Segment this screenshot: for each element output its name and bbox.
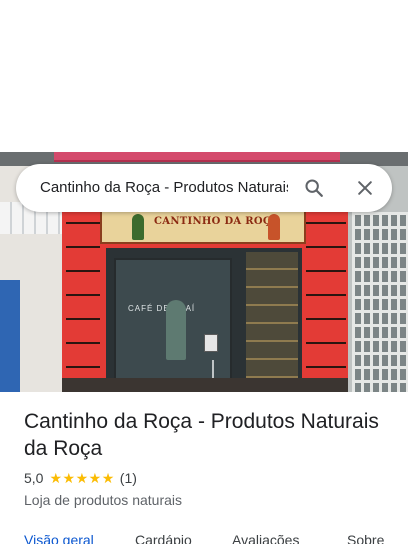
shelves — [246, 252, 298, 392]
star-icon: ★ — [49, 470, 63, 486]
blank-top-area — [0, 0, 408, 152]
rating-stars: ★ ★ ★ ★ ★ — [49, 471, 114, 485]
shop-sign: CANTINHO DA ROÇA — [100, 210, 306, 244]
tab-menu[interactable]: Cardápio — [135, 532, 192, 544]
tab-overview[interactable]: Visão geral — [24, 532, 94, 544]
top-banner — [54, 152, 340, 162]
window-grille — [352, 212, 408, 392]
search-button[interactable] — [298, 172, 330, 204]
search-icon — [305, 179, 323, 197]
tab-bar: Visão geral Cardápio Avaliações Sobre — [0, 528, 408, 544]
star-icon: ★ — [62, 470, 76, 486]
person-figure — [166, 300, 186, 360]
search-input[interactable]: Cantinho da Roça - Produtos Naturais da … — [40, 179, 288, 197]
close-button[interactable] — [349, 172, 381, 204]
place-category[interactable]: Loja de produtos naturais — [24, 492, 394, 508]
star-icon: ★ — [75, 470, 89, 486]
search-bar[interactable]: Cantinho da Roça - Produtos Naturais da … — [16, 164, 392, 212]
review-count[interactable]: (1) — [120, 470, 137, 486]
rating-row[interactable]: 5,0 ★ ★ ★ ★ ★ (1) — [24, 469, 394, 487]
tab-about[interactable]: Sobre — [347, 532, 384, 544]
place-info: Cantinho da Roça - Produtos Naturais da … — [24, 408, 394, 508]
star-icon: ★ — [88, 470, 102, 486]
place-title: Cantinho da Roça - Produtos Naturais da … — [24, 410, 379, 460]
close-icon — [358, 181, 372, 195]
glass-door: CAFÉ DE AÇAÍ — [114, 258, 232, 392]
rating-value: 5,0 — [24, 470, 44, 486]
shop-interior: CAFÉ DE AÇAÍ — [106, 248, 302, 392]
shop-sign-text: CANTINHO DA ROÇA — [154, 216, 280, 227]
star-icon: ★ — [101, 470, 115, 486]
tab-reviews[interactable]: Avaliações — [232, 532, 299, 544]
